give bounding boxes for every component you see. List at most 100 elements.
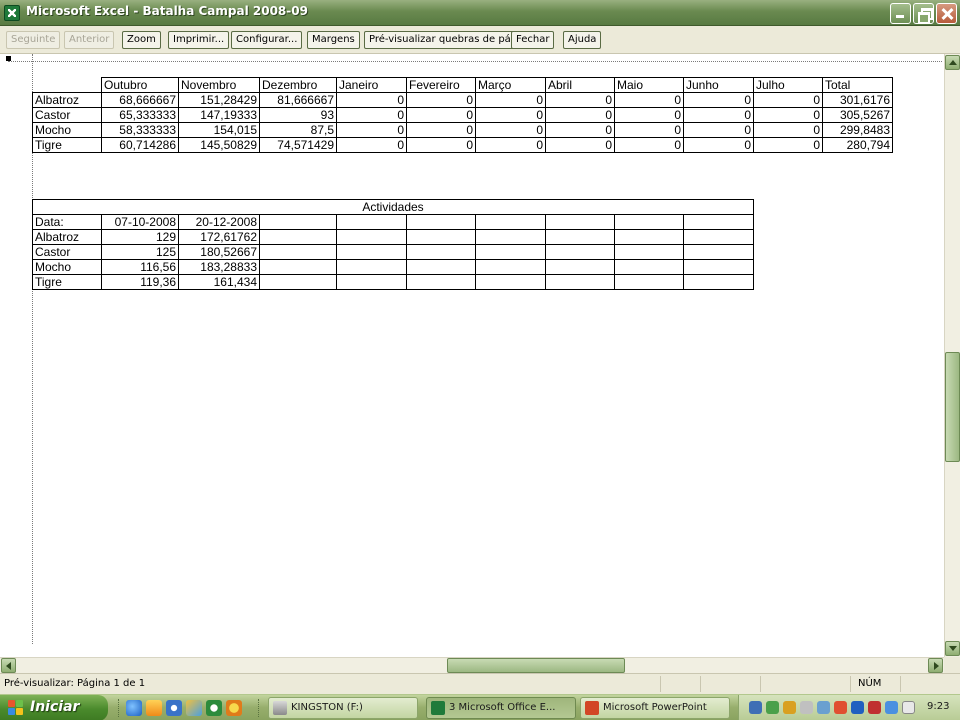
table-cell [614, 274, 684, 290]
network-icon[interactable] [749, 701, 762, 714]
windows-logo-icon [8, 700, 24, 716]
media-icon[interactable] [146, 700, 162, 716]
table-cell: 183,28833 [178, 259, 260, 275]
table-cell [683, 229, 754, 245]
tray-app-icon[interactable] [851, 701, 864, 714]
excel-app-icon[interactable] [4, 5, 20, 21]
table-cell: Castor [32, 107, 102, 123]
table-cell: 0 [753, 92, 823, 108]
status-bar: Pré-visualizar: Página 1 de 1 NÚM [0, 673, 960, 694]
table-header-cell: Junho [683, 77, 754, 93]
scroll-left-button[interactable] [1, 658, 16, 673]
table-header-cell: Abril [545, 77, 615, 93]
previous-page-button[interactable]: Anterior [64, 31, 115, 49]
taskbar-item-powerpoint[interactable]: Microsoft PowerPoint [580, 697, 730, 719]
scrollbar-corner [944, 657, 960, 673]
tray-app-icon[interactable] [885, 701, 898, 714]
tray-app-icon[interactable] [834, 701, 847, 714]
tray-app-icon[interactable] [868, 701, 881, 714]
table-row: Castor 65,333333 147,19333 93 0 0 0 0 0 … [32, 107, 893, 123]
table-cell: 180,52667 [178, 244, 260, 260]
table-cell: 60,714286 [101, 137, 179, 153]
tray-app-icon[interactable] [766, 701, 779, 714]
num-lock-indicator: NÚM [858, 678, 882, 689]
table-cell [475, 229, 546, 245]
taskbar-item-excel[interactable]: 3 Microsoft Office E... [426, 697, 576, 719]
window-title: Microsoft Excel - Batalha Campal 2008-09 [26, 4, 308, 18]
horizontal-scroll-thumb[interactable] [447, 658, 625, 673]
status-panel-divider [660, 676, 661, 692]
status-panel-divider [900, 676, 901, 692]
table-cell: 299,8483 [822, 122, 893, 138]
table-cell [406, 274, 476, 290]
arrow-down-icon [949, 646, 957, 651]
table-row: Mocho 58,333333 154,015 87,5 0 0 0 0 0 0… [32, 122, 893, 138]
show-desktop-icon[interactable] [206, 700, 222, 716]
table-cell: 0 [683, 122, 754, 138]
close-window-button[interactable] [936, 3, 957, 24]
browser-icon[interactable] [166, 700, 182, 716]
vertical-scrollbar[interactable] [944, 54, 960, 657]
table-cell [614, 214, 684, 230]
table-cell: 0 [475, 137, 546, 153]
tray-app-icon[interactable] [817, 701, 830, 714]
top-margin-line [8, 61, 942, 62]
page-break-preview-button[interactable]: Pré-visualizar quebras de pág [364, 31, 523, 49]
table-header-cell: Fevereiro [406, 77, 476, 93]
tray-app-icon[interactable] [800, 701, 813, 714]
table-cell: 305,5267 [822, 107, 893, 123]
table-cell: 116,56 [101, 259, 179, 275]
table-cell [683, 214, 754, 230]
table-cell [259, 274, 337, 290]
table-cell [475, 274, 546, 290]
table-cell: 07-10-2008 [101, 214, 179, 230]
table-header-cell [33, 78, 102, 93]
horizontal-scrollbar[interactable] [0, 657, 944, 673]
table-cell [406, 229, 476, 245]
table-cell [475, 214, 546, 230]
scroll-down-button[interactable] [945, 641, 960, 656]
table-row: Mocho 116,56 183,28833 [32, 259, 754, 275]
table-cell: 0 [336, 92, 407, 108]
quicklaunch-icon[interactable] [226, 700, 242, 716]
taskbar-item-kingston[interactable]: KINGSTON (F:) [268, 697, 418, 719]
close-preview-button[interactable]: Fechar [511, 31, 555, 49]
print-button[interactable]: Imprimir... [168, 31, 230, 49]
minimize-button[interactable] [890, 3, 911, 24]
internet-explorer-icon[interactable] [126, 700, 142, 716]
table-cell: 74,571429 [259, 137, 337, 153]
next-page-button[interactable]: Seguinte [6, 31, 61, 49]
tray-app-icon[interactable] [783, 701, 796, 714]
table-cell [614, 229, 684, 245]
restore-button[interactable] [913, 3, 934, 24]
table-row: Tigre 60,714286 145,50829 74,571429 0 0 … [32, 137, 893, 153]
scroll-up-button[interactable] [945, 55, 960, 70]
table-cell: 147,19333 [178, 107, 260, 123]
help-button[interactable]: Ajuda [563, 31, 602, 49]
restore-icon [914, 4, 933, 24]
table-cell [475, 259, 546, 275]
print-preview-page[interactable]: Outubro Novembro Dezembro Janeiro Fevere… [0, 54, 944, 657]
vertical-scroll-thumb[interactable] [945, 352, 960, 462]
table-row: Castor 125 180,52667 [32, 244, 754, 260]
margins-button[interactable]: Margens [307, 31, 360, 49]
setup-button[interactable]: Configurar... [231, 31, 303, 49]
language-icon[interactable] [902, 701, 915, 714]
table-cell: 93 [259, 107, 337, 123]
scroll-right-button[interactable] [928, 658, 943, 673]
table-cell: 0 [545, 92, 615, 108]
activities-table: Actividades Data: 07-10-2008 20-12-2008 … [32, 199, 754, 290]
close-icon [937, 4, 956, 23]
messenger-icon[interactable] [186, 700, 202, 716]
table-cell: 151,28429 [178, 92, 260, 108]
table-cell [406, 214, 476, 230]
table-cell [406, 244, 476, 260]
clock: 9:23 [927, 701, 950, 712]
zoom-button[interactable]: Zoom [122, 31, 161, 49]
monthly-totals-table: Outubro Novembro Dezembro Janeiro Fevere… [32, 77, 893, 153]
table-header-cell: Março [475, 77, 546, 93]
start-button[interactable]: Iniciar [0, 695, 108, 720]
table-cell [545, 244, 615, 260]
table-cell: 0 [406, 137, 476, 153]
table-cell: 81,666667 [259, 92, 337, 108]
